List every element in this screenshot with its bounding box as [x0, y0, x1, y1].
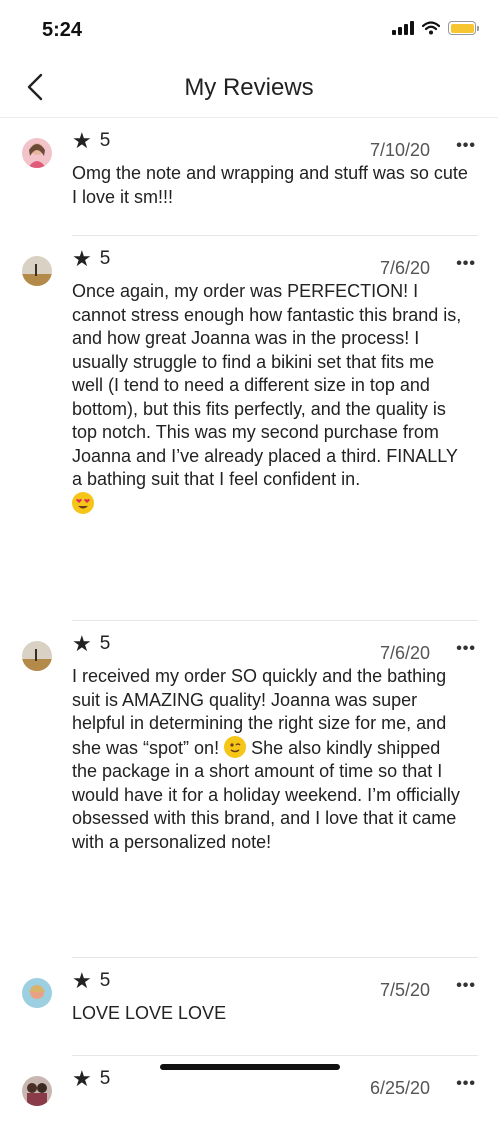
- more-icon[interactable]: •••: [456, 977, 476, 995]
- signal-icon: [392, 21, 414, 35]
- rating-value: 5: [99, 130, 111, 151]
- review-list[interactable]: ★ 5 7/10/20 ••• Omg the note and wrappin…: [0, 118, 498, 1126]
- status-icons: [392, 21, 479, 35]
- rating-value: 5: [99, 633, 111, 654]
- review-item: ★ 5 7/6/20 ••• Once again, my order was …: [22, 246, 478, 621]
- heart-eyes-emoji: [72, 491, 94, 514]
- wifi-icon: [422, 21, 440, 35]
- star-icon: ★: [72, 631, 92, 656]
- avatar[interactable]: [22, 1076, 52, 1106]
- rating-value: 5: [99, 1068, 111, 1089]
- home-indicator: [160, 1064, 340, 1070]
- review-date: 7/6/20: [379, 258, 430, 278]
- more-icon[interactable]: •••: [456, 137, 476, 155]
- review-date: 6/25/20: [369, 1078, 430, 1098]
- review-item: ★ 5 6/25/20 •••: [22, 1066, 478, 1126]
- review-date: 7/5/20: [379, 980, 430, 1000]
- review-date: 7/6/20: [379, 643, 430, 663]
- review-text-block: Once again, my order was PERFECTION! I c…: [72, 280, 478, 536]
- more-icon[interactable]: •••: [456, 1075, 476, 1093]
- more-icon[interactable]: •••: [456, 640, 476, 658]
- star-icon: ★: [72, 968, 92, 993]
- review-text: LOVE LOVE LOVE: [72, 1003, 227, 1023]
- battery-icon: [448, 21, 479, 35]
- review-item: ★ 5 7/10/20 ••• Omg the note and wrappin…: [22, 128, 478, 236]
- star-icon: ★: [72, 1066, 92, 1091]
- status-time: 5:24: [42, 19, 83, 41]
- review-text-block: I received my order SO quickly and the b…: [72, 665, 478, 874]
- avatar[interactable]: [22, 256, 52, 286]
- status-bar: 5:24: [0, 0, 498, 58]
- page-title: My Reviews: [184, 74, 314, 101]
- avatar[interactable]: [22, 641, 52, 671]
- review-item: ★ 5 7/6/20 ••• I received my order SO qu…: [22, 631, 478, 958]
- nav-bar: My Reviews: [0, 58, 498, 118]
- review-date: 7/10/20: [369, 140, 430, 160]
- star-icon: ★: [72, 246, 92, 271]
- wink-emoji: [224, 735, 247, 758]
- avatar[interactable]: [22, 978, 52, 1008]
- review-text: Omg the note and wrapping and stuff was …: [72, 163, 468, 207]
- star-icon: ★: [72, 128, 92, 153]
- more-icon[interactable]: •••: [456, 255, 476, 273]
- rating-value: 5: [99, 970, 111, 991]
- rating-value: 5: [99, 248, 111, 269]
- review-item: ★ 5 7/5/20 ••• LOVE LOVE LOVE: [22, 968, 478, 1056]
- avatar[interactable]: [22, 138, 52, 168]
- review-text: Once again, my order was PERFECTION! I c…: [72, 281, 462, 489]
